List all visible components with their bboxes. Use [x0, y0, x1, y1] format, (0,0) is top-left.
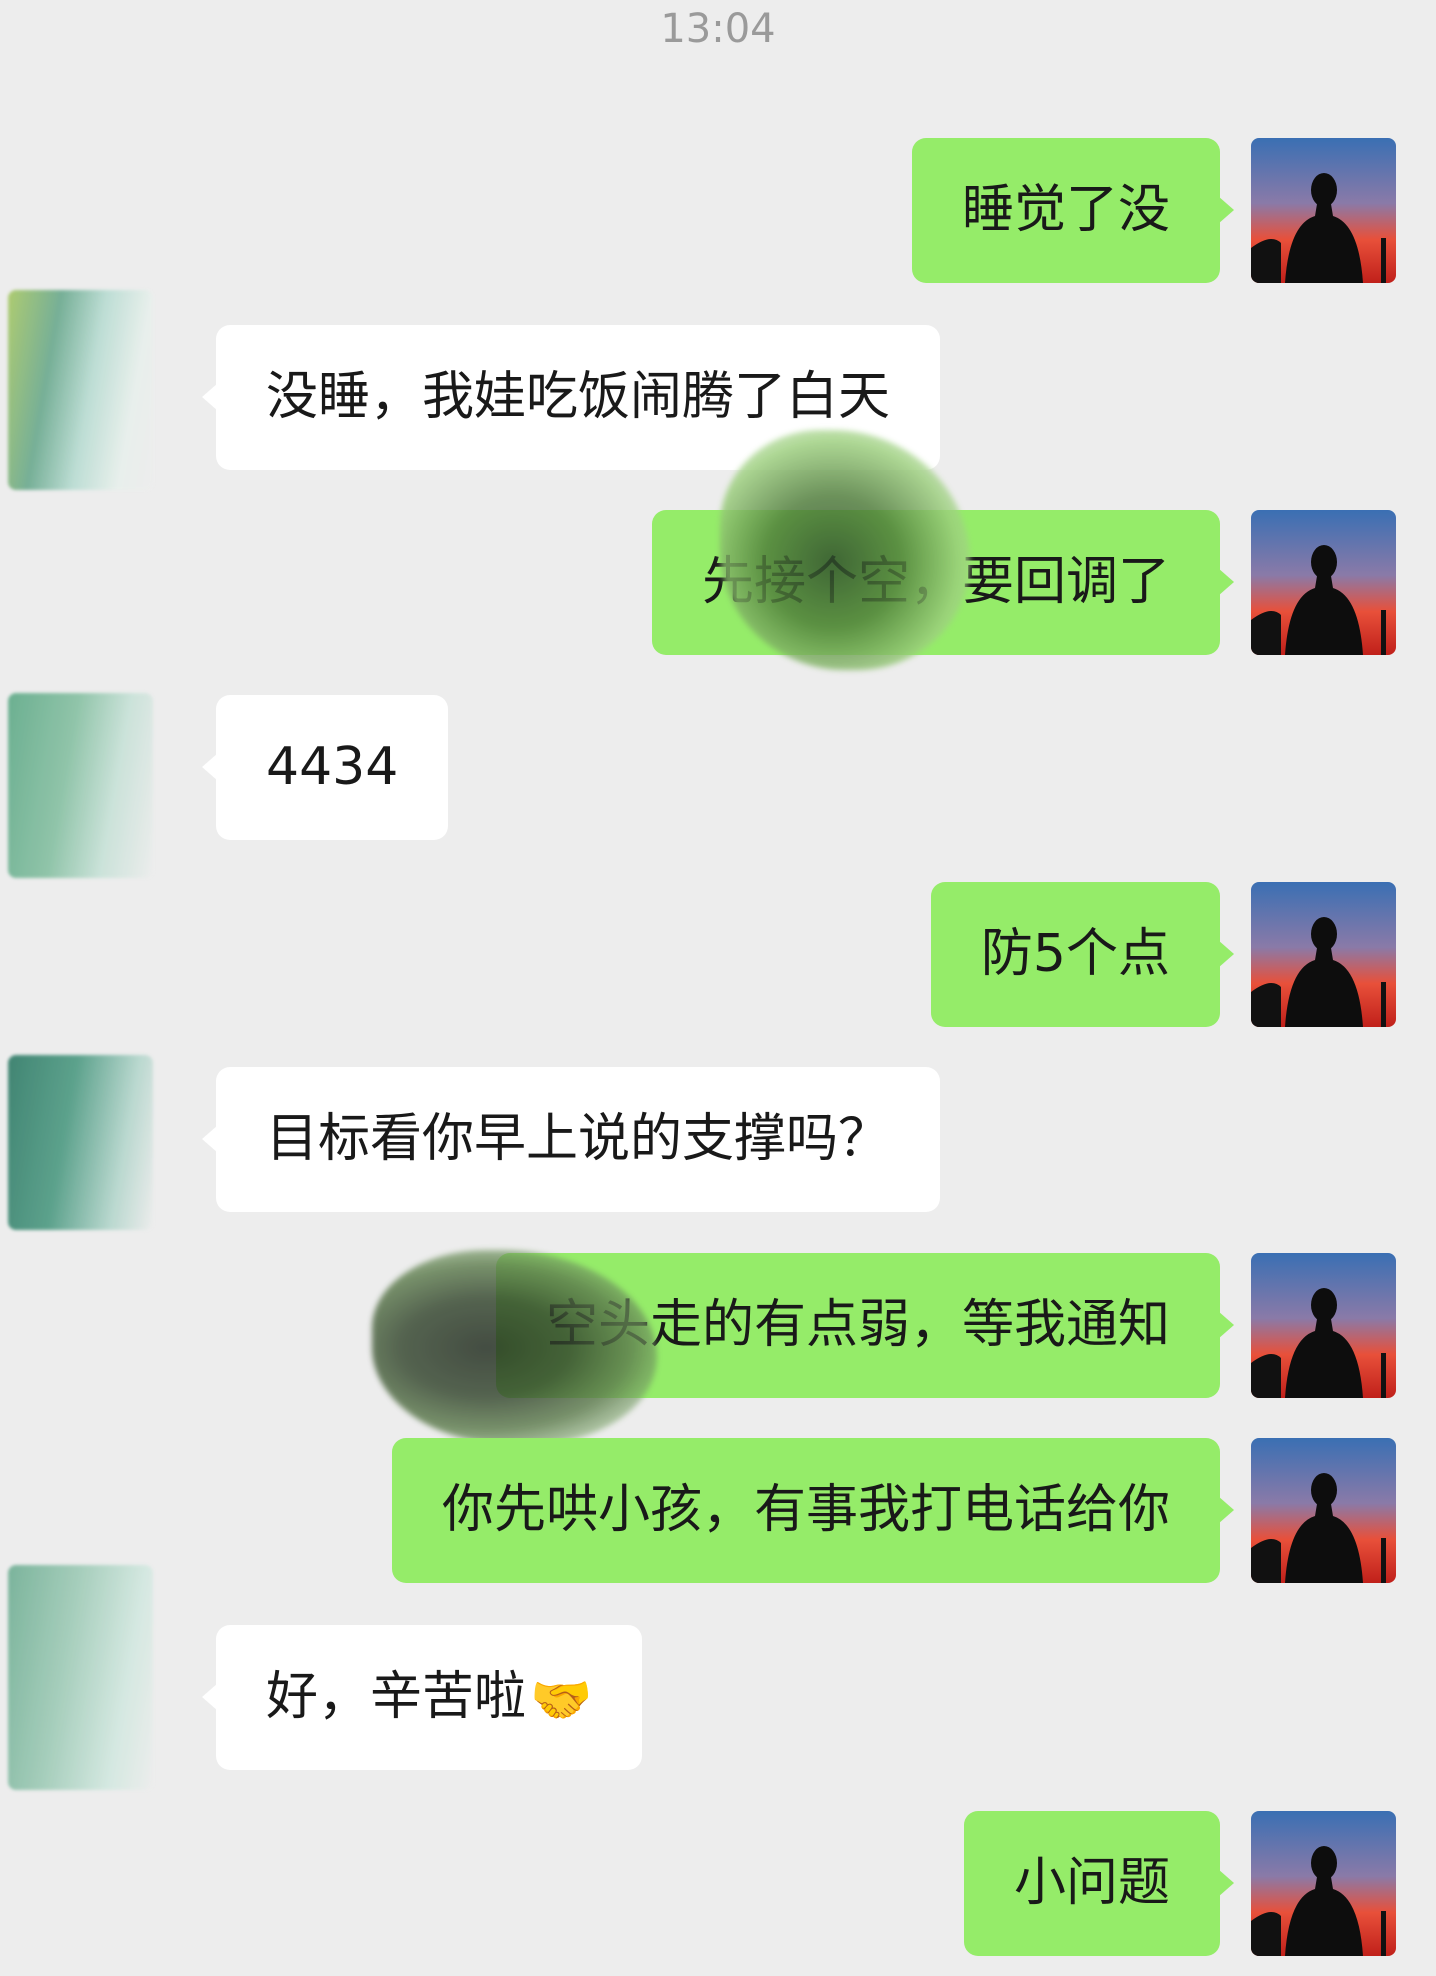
avatar-other[interactable]: [8, 1055, 153, 1230]
avatar-silhouette-icon: [1251, 1811, 1396, 1956]
chat-timestamp: 13:04: [660, 6, 776, 52]
message-bubble-incoming[interactable]: 没睡，我娃吃饭闹腾了白天: [201, 325, 941, 470]
avatar-silhouette-icon: [1251, 510, 1396, 655]
avatar-other[interactable]: [8, 1565, 153, 1790]
message-bubble-incoming[interactable]: 好，辛苦啦🤝: [201, 1625, 643, 1770]
avatar-self[interactable]: [1251, 510, 1396, 655]
avatar-other[interactable]: [8, 290, 153, 490]
message-bubble-incoming[interactable]: 目标看你早上说的支撑吗？: [201, 1067, 941, 1212]
avatar-other[interactable]: [8, 693, 153, 878]
avatar-silhouette-icon: [1251, 138, 1396, 283]
avatar-self[interactable]: [1251, 1811, 1396, 1956]
avatar-silhouette-icon: [1251, 882, 1396, 1027]
avatar-silhouette-icon: [1251, 1438, 1396, 1583]
message-bubble-outgoing[interactable]: 小问题: [963, 1811, 1235, 1956]
message-bubble-outgoing[interactable]: 防5个点: [930, 882, 1235, 1027]
message-bubble-outgoing[interactable]: 先接个空，要回调了: [651, 510, 1235, 655]
message-bubble-outgoing[interactable]: 空头走的有点弱，等我通知: [495, 1253, 1235, 1398]
avatar-self[interactable]: [1251, 1438, 1396, 1583]
message-bubble-outgoing[interactable]: 你先哄小孩，有事我打电话给你: [391, 1438, 1235, 1583]
message-bubble-outgoing[interactable]: 睡觉了没: [911, 138, 1235, 283]
avatar-self[interactable]: [1251, 138, 1396, 283]
message-bubble-incoming[interactable]: 4434: [201, 695, 449, 840]
message-text: 好，辛苦啦: [266, 1667, 527, 1727]
avatar-self[interactable]: [1251, 1253, 1396, 1398]
handshake-icon: 🤝: [530, 1670, 593, 1729]
avatar-self[interactable]: [1251, 882, 1396, 1027]
avatar-silhouette-icon: [1251, 1253, 1396, 1398]
